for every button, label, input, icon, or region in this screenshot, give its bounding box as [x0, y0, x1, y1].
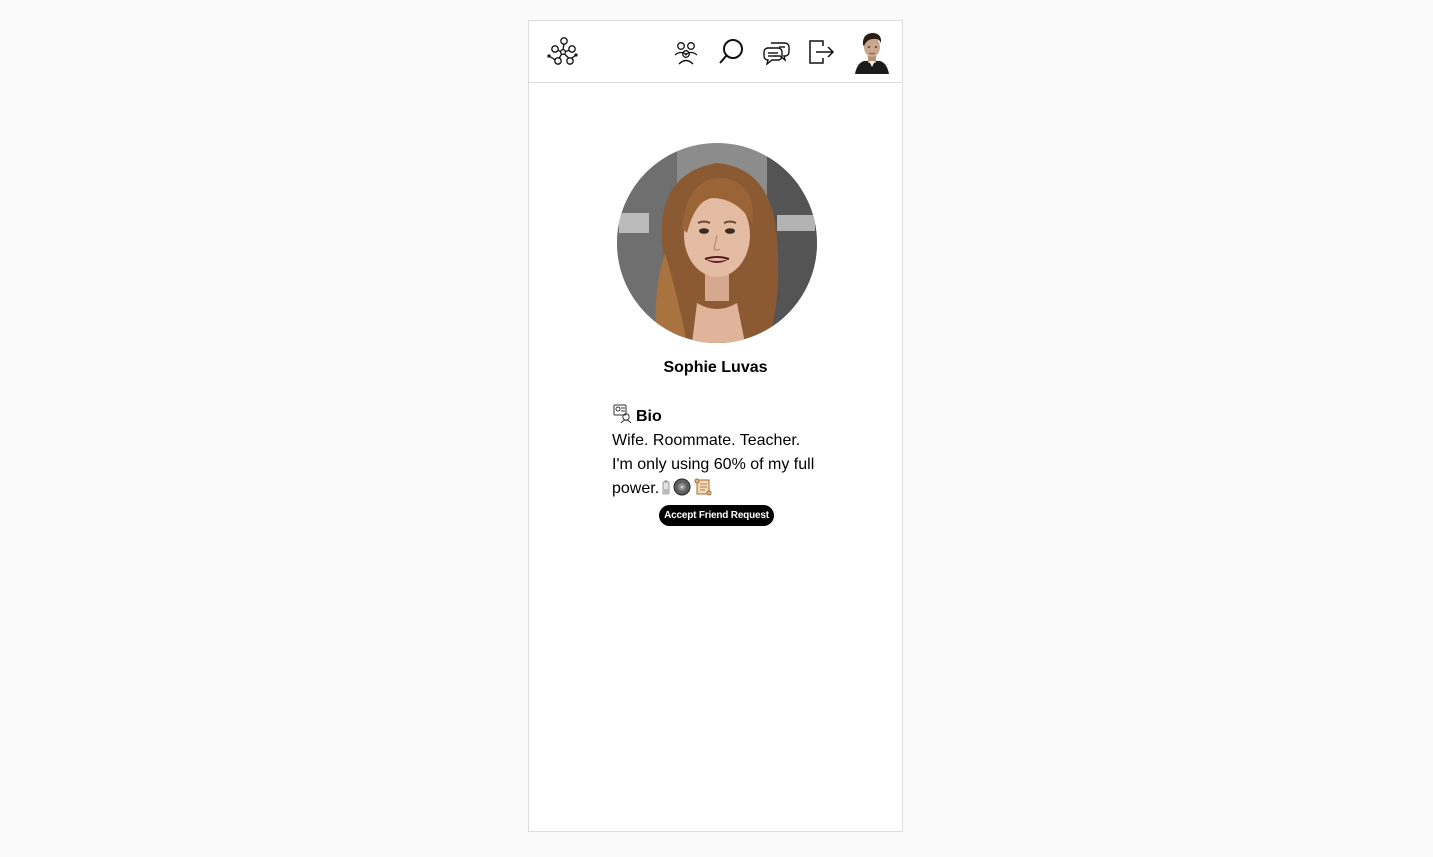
- bio-header: Bio: [612, 403, 817, 431]
- app-frame: Sophie Luvas Bio Wife. Roommate. Teacher…: [528, 20, 903, 832]
- power-orb-icon: [673, 478, 691, 504]
- bio-icon: [612, 403, 632, 431]
- battery-icon: [661, 480, 671, 504]
- scroll-icon: [693, 478, 713, 504]
- logout-icon[interactable]: [805, 37, 837, 67]
- profile-name: Sophie Luvas: [663, 359, 768, 376]
- network-people-icon[interactable]: [547, 37, 579, 67]
- bio-section: Bio Wife. Roommate. Teacher. I'm only us…: [612, 403, 817, 504]
- bio-title: Bio: [636, 408, 662, 425]
- accept-friend-request-button[interactable]: Accept Friend Request: [659, 505, 774, 526]
- search-icon[interactable]: [715, 37, 747, 67]
- profile-photo: [617, 143, 817, 343]
- friends-icon[interactable]: [670, 37, 702, 67]
- chat-icon[interactable]: [760, 37, 792, 67]
- bio-text: Wife. Roommate. Teacher. I'm only using …: [612, 429, 817, 504]
- top-navigation-bar: [529, 21, 902, 83]
- user-avatar[interactable]: [855, 30, 889, 74]
